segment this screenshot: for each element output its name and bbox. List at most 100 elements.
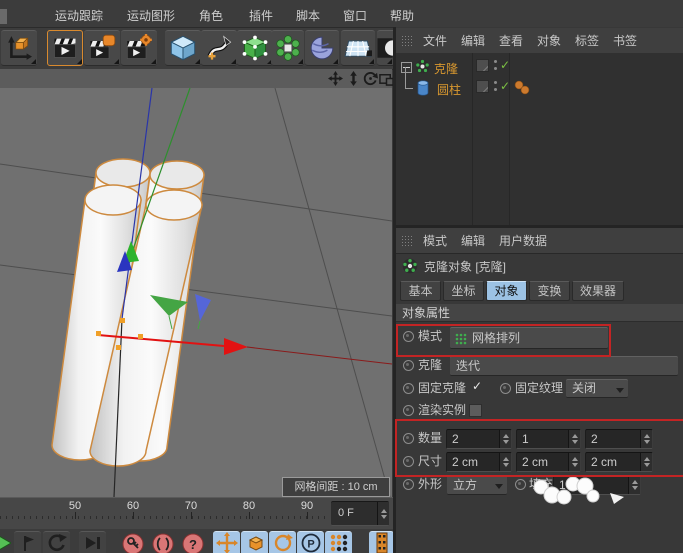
timeline-ruler[interactable]: 50 60 70 80 90 0 F: [0, 497, 393, 530]
section-object-properties[interactable]: 对象属性: [396, 304, 683, 322]
panel-grip-icon[interactable]: [401, 235, 413, 246]
visibility-dots[interactable]: [494, 60, 498, 72]
menu-plugins[interactable]: 插件: [249, 7, 273, 24]
enabled-check-icon[interactable]: ✓: [500, 79, 510, 93]
keyframe-pla-toggle[interactable]: [325, 531, 352, 553]
keyframe-radio[interactable]: [515, 479, 526, 490]
tab-object[interactable]: 对象: [486, 281, 527, 301]
x-axis-arrow[interactable]: [224, 338, 248, 355]
keyframe-radio[interactable]: [403, 479, 414, 490]
expander-icon[interactable]: [401, 62, 412, 73]
count-x-spinner[interactable]: [499, 430, 511, 448]
spline-pen-button[interactable]: [201, 30, 237, 66]
keyframe-radio[interactable]: [500, 383, 511, 394]
size-y-field[interactable]: 2 cm: [516, 452, 581, 472]
count-z-spinner[interactable]: [640, 430, 652, 448]
size-z-field[interactable]: 2 cm: [585, 452, 653, 472]
menu-character[interactable]: 角色: [199, 7, 223, 24]
count-x-field[interactable]: 2: [446, 429, 512, 449]
fix-texture-dropdown[interactable]: 关闭: [566, 379, 628, 398]
am-menu-mode[interactable]: 模式: [423, 234, 447, 248]
keyframe-radio[interactable]: [403, 360, 414, 371]
size-x-spinner[interactable]: [499, 453, 511, 471]
keyframe-radio[interactable]: [403, 433, 414, 444]
layer-swatch[interactable]: [476, 80, 489, 93]
autokey-film-button[interactable]: [369, 531, 394, 553]
deformer-button[interactable]: [305, 30, 339, 66]
am-menu-userdata[interactable]: 用户数据: [499, 234, 547, 248]
keyframe-radio[interactable]: [403, 456, 414, 467]
grid-spacing-label: 网格间距 : 10 cm: [282, 477, 390, 497]
motion-clip-object-button[interactable]: [84, 30, 120, 66]
keyframe-position-toggle[interactable]: [213, 531, 240, 553]
menu-window[interactable]: 窗口: [343, 7, 367, 24]
rotate-icon[interactable]: [363, 71, 378, 86]
tab-effectors[interactable]: 效果器: [572, 281, 624, 301]
coordinates-tool-button[interactable]: [1, 30, 37, 66]
object-name-cloner[interactable]: 克隆: [434, 60, 458, 77]
tab-basic[interactable]: 基本: [400, 281, 441, 301]
motion-clip-button[interactable]: [47, 30, 83, 66]
keyframe-scale-toggle[interactable]: [241, 531, 268, 553]
record-parameter-button[interactable]: ?: [179, 531, 206, 553]
keyframe-radio[interactable]: [403, 405, 414, 416]
frame-spinner[interactable]: [377, 502, 389, 525]
record-scale-button[interactable]: [149, 531, 176, 553]
cloned-cylinders[interactable]: [52, 159, 204, 466]
menu-script[interactable]: 脚本: [296, 7, 320, 24]
fix-texture-value: 关闭: [572, 381, 596, 395]
am-menu-edit[interactable]: 编辑: [461, 234, 485, 248]
make-editable-button[interactable]: [237, 30, 273, 66]
object-name-cylinder[interactable]: 圆柱: [437, 81, 461, 98]
form-dropdown[interactable]: 立方: [447, 475, 507, 495]
menu-motion-tracking[interactable]: 运动跟踪: [55, 7, 103, 24]
fix-clone-checkbox[interactable]: ✓: [472, 379, 482, 393]
menu-help[interactable]: 帮助: [390, 7, 414, 24]
layer-swatch[interactable]: [476, 59, 489, 72]
goto-end-button[interactable]: [79, 531, 106, 553]
om-menu-bookmarks[interactable]: 书签: [613, 34, 637, 48]
current-frame-field[interactable]: 0 F: [331, 501, 389, 526]
mograph-cloner-button[interactable]: [271, 30, 304, 66]
enabled-check-icon[interactable]: ✓: [500, 58, 510, 72]
tab-coordinates[interactable]: 坐标: [443, 281, 484, 301]
om-menu-file[interactable]: 文件: [423, 34, 447, 48]
zoom-icon[interactable]: [346, 71, 361, 86]
viewport[interactable]: 网格间距 : 10 cm: [0, 69, 392, 497]
panel-grip-icon[interactable]: [401, 35, 413, 46]
count-z-field[interactable]: 2: [585, 429, 653, 449]
keyframe-radio[interactable]: [403, 331, 414, 342]
keyframe-parameter-toggle[interactable]: P: [297, 531, 324, 553]
visibility-dots[interactable]: [494, 81, 498, 93]
motion-clip-settings-button[interactable]: [121, 30, 157, 66]
floor-button[interactable]: [341, 30, 375, 66]
count-y-spinner[interactable]: [568, 430, 580, 448]
pan-icon[interactable]: [328, 71, 343, 86]
clones-dropdown[interactable]: 迭代: [450, 356, 678, 376]
size-z-spinner[interactable]: [640, 453, 652, 471]
object-row-cloner[interactable]: 克隆 ✓: [396, 57, 683, 78]
maximize-icon[interactable]: [379, 71, 394, 86]
count-y-field[interactable]: 1: [516, 429, 581, 449]
om-menu-view[interactable]: 查看: [499, 34, 523, 48]
om-menu-objects[interactable]: 对象: [537, 34, 561, 48]
mograph-tag-icon[interactable]: [514, 80, 532, 95]
play-button-partial[interactable]: [0, 533, 11, 553]
menu-mograph[interactable]: 运动图形: [127, 7, 175, 24]
keyframe-rotation-toggle[interactable]: [269, 531, 296, 553]
size-x-field[interactable]: 2 cm: [446, 452, 512, 472]
loop-mode-button[interactable]: [43, 531, 70, 553]
record-position-button[interactable]: [119, 531, 146, 553]
goto-next-key-button[interactable]: [14, 531, 41, 553]
clones-value: 迭代: [456, 359, 480, 373]
environment-button-clipped[interactable]: [377, 30, 393, 66]
size-y-spinner[interactable]: [568, 453, 580, 471]
mode-field[interactable]: 网格排列: [450, 327, 608, 349]
render-instance-checkbox[interactable]: [469, 404, 482, 417]
keyframe-radio[interactable]: [403, 383, 414, 394]
tab-transform[interactable]: 变换: [529, 281, 570, 301]
om-menu-tags[interactable]: 标签: [575, 34, 599, 48]
add-cube-button[interactable]: [165, 30, 201, 66]
om-menu-edit[interactable]: 编辑: [461, 34, 485, 48]
object-row-cylinder[interactable]: 圆柱 ✓: [396, 78, 683, 99]
